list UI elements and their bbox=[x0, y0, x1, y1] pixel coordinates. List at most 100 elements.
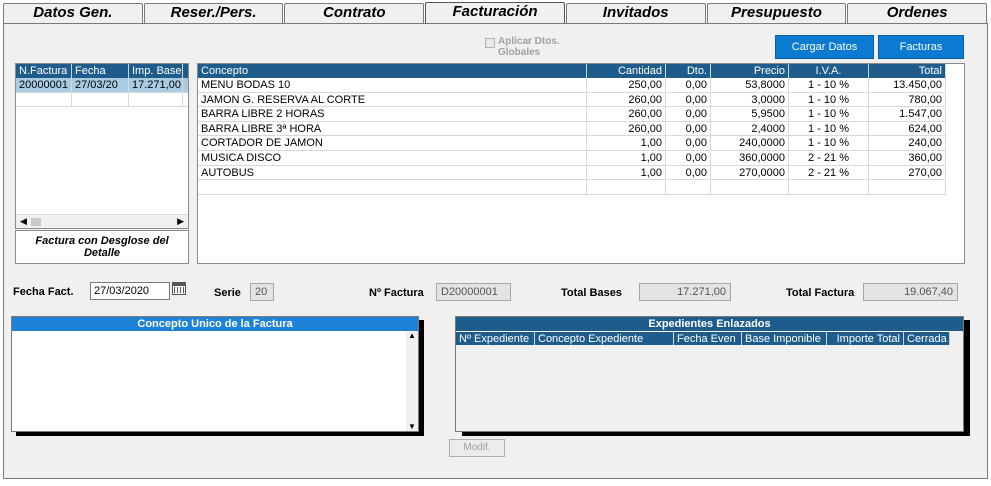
cell-cantidad: 260,00 bbox=[587, 92, 666, 107]
col-iva[interactable]: I.V.A. bbox=[789, 64, 869, 78]
tab-ordenes[interactable]: Ordenes bbox=[847, 3, 988, 23]
concepto-unico-textarea[interactable] bbox=[12, 331, 406, 431]
table-row[interactable] bbox=[16, 92, 188, 108]
desglose-label: Factura con Desglose del Detalle bbox=[15, 230, 189, 264]
cell-precio: 5,9500 bbox=[711, 107, 789, 121]
cell-dto: 0,00 bbox=[666, 107, 711, 121]
cell-precio: 270,0000 bbox=[711, 165, 789, 180]
scroll-thumb[interactable] bbox=[30, 217, 41, 226]
table-row[interactable]: AUTOBUS 1,00 0,00 270,0000 2 - 21 % 270,00 bbox=[198, 165, 946, 181]
table-row[interactable]: JAMON G. RESERVA AL CORTE 260,00 0,00 3,000… bbox=[198, 92, 946, 108]
expedientes-header: Nº Expediente Concepto Expediente Fecha … bbox=[456, 331, 950, 345]
serie-label: Serie bbox=[214, 287, 241, 299]
table-row[interactable] bbox=[198, 180, 946, 195]
col-total[interactable]: Total bbox=[869, 64, 946, 78]
checkbox-box[interactable] bbox=[485, 38, 495, 48]
cell-iva: 1 - 10 % bbox=[789, 121, 869, 136]
concepto-unico-title: Concepto Unico de la Factura bbox=[12, 317, 418, 331]
cell-total: 624,00 bbox=[869, 121, 946, 136]
table-row[interactable]: BARRA LIBRE 2 HORAS 260,00 0,00 5,9500 1 - 1… bbox=[198, 107, 946, 122]
calendar-icon[interactable] bbox=[172, 282, 186, 295]
scroll-up-icon[interactable]: ▲ bbox=[406, 331, 418, 340]
concept-grid-header: Concepto Cantidad Dto. Precio I.V.A. Tot… bbox=[198, 64, 946, 78]
cell-dto: 0,00 bbox=[666, 92, 711, 107]
cell-dto: 0,00 bbox=[666, 136, 711, 150]
tab-reser-pers[interactable]: Reser./Pers. bbox=[143, 3, 284, 23]
cell-concepto bbox=[198, 180, 587, 194]
total-factura-field: 19.067,40 bbox=[863, 283, 958, 301]
cell-iva: 2 - 21 % bbox=[789, 150, 869, 165]
tab-facturacion[interactable]: Facturación bbox=[425, 2, 565, 24]
col-dto[interactable]: Dto. bbox=[666, 64, 711, 78]
cell-precio: 2,4000 bbox=[711, 121, 789, 136]
cell-total: 13.450,00 bbox=[869, 78, 946, 92]
cell-cantidad bbox=[587, 180, 666, 194]
concept-grid: Concepto Cantidad Dto. Precio I.V.A. Tot… bbox=[197, 63, 965, 264]
cell-cantidad: 1,00 bbox=[587, 136, 666, 150]
cell-precio: 3,0000 bbox=[711, 92, 789, 107]
col-imp-base[interactable]: Imp. Base bbox=[129, 64, 183, 78]
col-fecha[interactable]: Fecha bbox=[72, 64, 129, 78]
col-concepto[interactable]: Concepto bbox=[198, 64, 587, 78]
cell-empty bbox=[16, 92, 72, 107]
cell-dto: 0,00 bbox=[666, 165, 711, 180]
tab-invitados[interactable]: Invitados bbox=[565, 3, 706, 23]
cell-concepto: BARRA LIBRE 3ª HORA bbox=[198, 121, 587, 136]
cell-iva: 1 - 10 % bbox=[789, 136, 869, 150]
col-cerrada[interactable]: Cerrada bbox=[904, 332, 950, 345]
col-nexpediente[interactable]: Nº Expediente bbox=[456, 332, 535, 345]
col-base-imponible[interactable]: Base Imponible bbox=[742, 332, 827, 345]
cell-total: 360,00 bbox=[869, 150, 946, 165]
cell-precio bbox=[711, 180, 789, 194]
modif-button[interactable]: Modif. bbox=[449, 439, 505, 457]
cell-iva: 1 - 10 % bbox=[789, 107, 869, 121]
total-bases-field: 17.271,00 bbox=[639, 283, 731, 301]
cell-total bbox=[869, 180, 946, 194]
table-row[interactable]: BARRA LIBRE 3ª HORA 260,00 0,00 2,4000 1 - 1… bbox=[198, 121, 946, 137]
cell-concepto: AUTOBUS bbox=[198, 165, 587, 180]
scroll-right-icon[interactable]: ▶ bbox=[177, 216, 184, 227]
col-cantidad[interactable]: Cantidad bbox=[587, 64, 666, 78]
aplicar-dtos-checkbox[interactable]: Aplicar Dtos. Globales bbox=[485, 36, 575, 58]
cell-dto: 0,00 bbox=[666, 78, 711, 92]
tab-presupuesto[interactable]: Presupuesto bbox=[706, 3, 847, 23]
scroll-down-icon[interactable]: ▼ bbox=[406, 422, 418, 431]
cell-cantidad: 260,00 bbox=[587, 121, 666, 136]
tab-contrato[interactable]: Contrato bbox=[284, 3, 425, 23]
cell-concepto: MENU BODAS 10 bbox=[198, 78, 587, 92]
vertical-scrollbar[interactable]: ▲ ▼ bbox=[406, 331, 418, 431]
cell-total: 1.547,00 bbox=[869, 107, 946, 121]
table-row[interactable]: MUSICA DISCO 1,00 0,00 360,0000 2 - 21 % 360,… bbox=[198, 150, 946, 166]
expedientes-box: Expedientes Enlazados Nº Expediente Conc… bbox=[455, 316, 964, 432]
cell-total: 240,00 bbox=[869, 136, 946, 150]
cell-dto bbox=[666, 180, 711, 194]
concepto-unico-box: Concepto Unico de la Factura ▲ ▼ bbox=[11, 316, 419, 432]
expedientes-title: Expedientes Enlazados bbox=[456, 317, 963, 331]
cell-empty bbox=[129, 92, 183, 107]
cell-dto: 0,00 bbox=[666, 121, 711, 136]
cell-concepto: MUSICA DISCO bbox=[198, 150, 587, 165]
total-bases-label: Total Bases bbox=[561, 287, 622, 299]
cell-concepto: CORTADOR DE JAMON bbox=[198, 136, 587, 150]
table-row[interactable]: MENU BODAS 10 250,00 0,00 53,8000 1 - 10 % 13… bbox=[198, 78, 946, 93]
cargar-datos-button[interactable]: Cargar Datos bbox=[775, 35, 874, 59]
col-importe-total[interactable]: Importe Total bbox=[827, 332, 904, 345]
col-precio[interactable]: Precio bbox=[711, 64, 789, 78]
cell-iva: 1 - 10 % bbox=[789, 78, 869, 92]
cell-fecha: 27/03/20 bbox=[72, 78, 129, 92]
desglose-text: Factura con Desglose del Detalle bbox=[35, 235, 169, 259]
horizontal-scrollbar[interactable]: ◀ ▶ bbox=[16, 214, 188, 228]
facturas-button[interactable]: Facturas bbox=[878, 35, 964, 59]
scroll-left-icon[interactable]: ◀ bbox=[20, 216, 27, 227]
cell-cantidad: 260,00 bbox=[587, 107, 666, 121]
col-concepto-expediente[interactable]: Concepto Expediente bbox=[535, 332, 674, 345]
cell-total: 780,00 bbox=[869, 92, 946, 107]
tab-datos-gen[interactable]: Datos Gen. bbox=[3, 3, 143, 23]
table-row[interactable]: CORTADOR DE JAMON 1,00 0,00 240,0000 1 - 10 … bbox=[198, 136, 946, 151]
facturacion-panel: Aplicar Dtos. Globales Cargar Datos Fact… bbox=[3, 23, 988, 479]
col-nfactura[interactable]: N.Factura bbox=[16, 64, 72, 78]
fecha-fact-input[interactable]: 27/03/2020 bbox=[90, 282, 170, 300]
cell-dto: 0,00 bbox=[666, 150, 711, 165]
col-fecha-even[interactable]: Fecha Even bbox=[674, 332, 742, 345]
table-row[interactable]: 20000001 27/03/20 17.271,00 bbox=[16, 78, 188, 93]
